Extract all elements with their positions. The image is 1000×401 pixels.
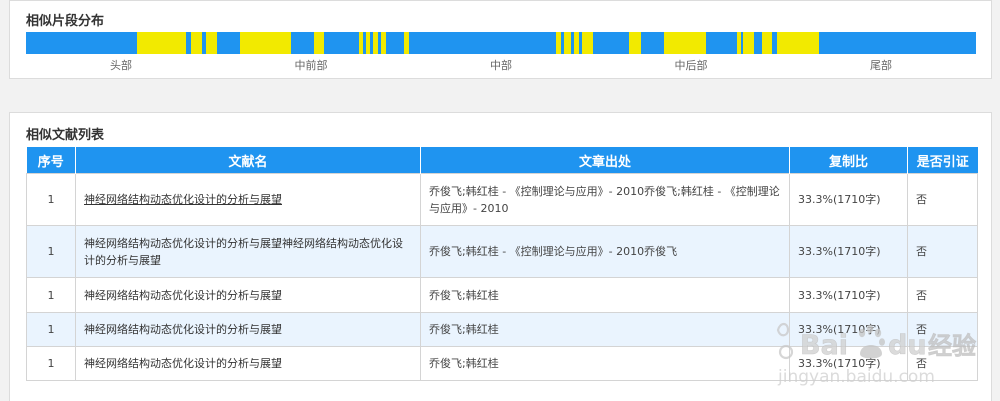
literature-title-link[interactable]: 神经网络结构动态优化设计的分析与展望 (84, 193, 282, 206)
segment-position-label: 中后部 (674, 59, 708, 72)
table-row: 1 神经网络结构动态优化设计的分析与展望 乔俊飞;韩红桂 33.3%(1710字… (26, 277, 978, 313)
row-source: 乔俊飞;韩红桂 (420, 312, 790, 347)
table-header-row: 序号 文献名 文章出处 复制比 是否引证 (26, 147, 978, 174)
similar-segment[interactable] (581, 32, 594, 54)
similar-segment[interactable] (563, 32, 572, 54)
row-source: 乔俊飞;韩红桂 - 《控制理论与应用》- 2010乔俊飞;韩红桂 - 《控制理论… (420, 173, 790, 226)
header-cited: 是否引证 (907, 147, 978, 174)
row-ratio: 33.3%(1710字) (789, 225, 908, 278)
row-no: 1 (26, 312, 76, 347)
row-name-cell: 神经网络结构动态优化设计的分析与展望 (75, 277, 421, 313)
row-no: 1 (26, 277, 76, 313)
header-name: 文献名 (75, 147, 421, 174)
similar-segment[interactable] (359, 32, 364, 54)
similar-segment[interactable] (762, 32, 772, 54)
segment-position-labels: 头部 中前部 中部 中后部 尾部 (26, 57, 976, 72)
similar-segment[interactable] (366, 32, 370, 54)
similar-segment[interactable] (776, 32, 820, 54)
row-cited: 否 (907, 225, 978, 278)
similar-segment[interactable] (137, 32, 186, 54)
similar-segment[interactable] (629, 32, 641, 54)
row-cited: 否 (907, 173, 978, 226)
segment-position-label: 中前部 (294, 59, 328, 72)
literature-list-title: 相似文献列表 (26, 128, 105, 143)
similar-segment[interactable] (381, 32, 387, 54)
segment-position-label: 头部 (110, 59, 132, 72)
similar-segment[interactable] (556, 32, 561, 54)
segment-position-label: 中部 (490, 59, 512, 72)
row-cited: 否 (907, 346, 978, 381)
segment-position-label: 尾部 (870, 59, 892, 72)
row-ratio: 33.3%(1710字) (789, 173, 908, 226)
similar-segment[interactable] (743, 32, 754, 54)
similar-segment[interactable] (205, 32, 217, 54)
row-name-cell: 神经网络结构动态优化设计的分析与展望 (75, 312, 421, 347)
row-name-cell: 神经网络结构动态优化设计的分析与展望 (75, 346, 421, 381)
row-ratio: 33.3%(1710字) (789, 346, 908, 381)
row-name-cell: 神经网络结构动态优化设计的分析与展望 (75, 173, 421, 226)
row-source: 乔俊飞;韩红桂 - 《控制理论与应用》- 2010乔俊飞 (420, 225, 790, 278)
row-no: 1 (26, 346, 76, 381)
similar-segment[interactable] (664, 32, 707, 54)
table-row: 1 神经网络结构动态优化设计的分析与展望 乔俊飞;韩红桂 33.3%(1710字… (26, 346, 978, 381)
row-no: 1 (26, 173, 76, 226)
literature-title: 神经网络结构动态优化设计的分析与展望 (84, 357, 282, 370)
header-no: 序号 (26, 147, 76, 174)
literature-title: 神经网络结构动态优化设计的分析与展望 (84, 288, 282, 302)
similar-segment[interactable] (736, 32, 742, 54)
row-source: 乔俊飞;韩红桂 (420, 277, 790, 313)
table-row: 1 神经网络结构动态优化设计的分析与展望神经网络结构动态优化设计的分析与展望 乔… (26, 225, 978, 278)
distribution-title: 相似片段分布 (26, 14, 105, 29)
row-source: 乔俊飞;韩红桂 (420, 346, 790, 381)
row-ratio: 33.3%(1710字) (789, 312, 908, 347)
segment-distribution-bar (26, 32, 976, 54)
row-cited: 否 (907, 277, 978, 313)
similar-segment-distribution-panel: 相似片段分布 头部 中前部 中部 中后部 尾部 (9, 0, 992, 79)
similar-literature-panel: 相似文献列表 序号 文献名 文章出处 复制比 是否引证 1 神经网络结构动态优化… (9, 112, 992, 401)
similar-segment[interactable] (239, 32, 292, 54)
similar-segment[interactable] (574, 32, 579, 54)
row-ratio: 33.3%(1710字) (789, 277, 908, 313)
header-source: 文章出处 (420, 147, 790, 174)
header-ratio: 复制比 (789, 147, 908, 174)
similar-segment[interactable] (404, 32, 409, 54)
literature-title: 神经网络结构动态优化设计的分析与展望神经网络结构动态优化设计的分析与展望 (84, 236, 403, 267)
row-no: 1 (26, 225, 76, 278)
row-name-cell: 神经网络结构动态优化设计的分析与展望神经网络结构动态优化设计的分析与展望 (75, 225, 421, 278)
row-cited: 否 (907, 312, 978, 347)
similar-segment[interactable] (191, 32, 202, 54)
literature-table: 序号 文献名 文章出处 复制比 是否引证 1 神经网络结构动态优化设计的分析与展… (26, 147, 978, 381)
table-row: 1 神经网络结构动态优化设计的分析与展望 乔俊飞;韩红桂 33.3%(1710字… (26, 312, 978, 347)
similar-segment[interactable] (313, 32, 325, 54)
similar-segment[interactable] (372, 32, 378, 54)
table-row: 1 神经网络结构动态优化设计的分析与展望 乔俊飞;韩红桂 - 《控制理论与应用》… (26, 173, 978, 226)
literature-title: 神经网络结构动态优化设计的分析与展望 (84, 323, 282, 336)
